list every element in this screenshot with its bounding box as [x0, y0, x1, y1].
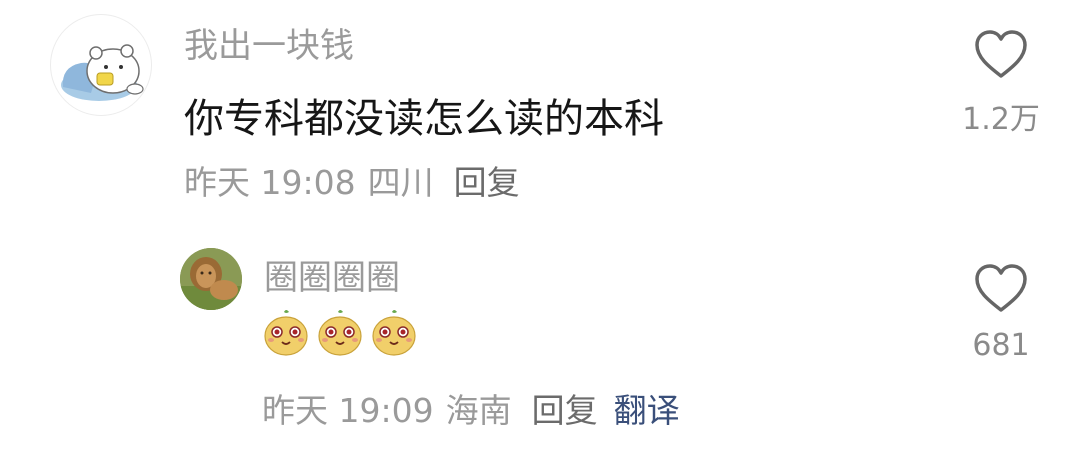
potato-face-emoji-icon: [262, 308, 310, 362]
comment-time: 昨天 19:08: [184, 163, 356, 202]
reply-username[interactable]: 圈圈圈圈: [264, 250, 400, 299]
reply-item: 圈圈圈圈 昨天 19:09 海南 回复 翻译 681: [0, 220, 1080, 471]
avatar[interactable]: [180, 248, 242, 310]
like-count: 1.2万: [962, 102, 1040, 137]
like-button[interactable]: 681: [951, 264, 1051, 363]
comment-location: 四川: [367, 163, 434, 202]
heart-icon[interactable]: [974, 264, 1028, 314]
heart-icon[interactable]: [974, 30, 1028, 80]
comment-text: 你专科都没读怎么读的本科: [184, 96, 664, 142]
comment-item: 我出一块钱 你专科都没读怎么读的本科 昨天 19:08 四川 回复 1.2万: [0, 0, 1080, 220]
reply-location: 海南: [445, 391, 512, 430]
lion-photo-icon: [180, 248, 242, 310]
reply-meta: 昨天 19:09 海南 回复 翻译: [262, 384, 680, 432]
like-count: 681: [972, 328, 1030, 363]
avatar[interactable]: [50, 14, 152, 116]
translate-button[interactable]: 翻译: [614, 384, 680, 432]
like-button[interactable]: 1.2万: [951, 30, 1051, 138]
reply-time: 昨天 19:09: [262, 391, 434, 430]
reply-button[interactable]: 回复: [454, 156, 520, 204]
bear-sticker-icon: [61, 44, 144, 101]
comment-meta: 昨天 19:08 四川 回复: [184, 156, 520, 204]
emoji-row: [262, 308, 418, 362]
reply-button[interactable]: 回复: [532, 384, 598, 432]
potato-face-emoji-icon: [316, 308, 364, 362]
comment-username[interactable]: 我出一块钱: [184, 18, 354, 67]
potato-face-emoji-icon: [370, 308, 418, 362]
